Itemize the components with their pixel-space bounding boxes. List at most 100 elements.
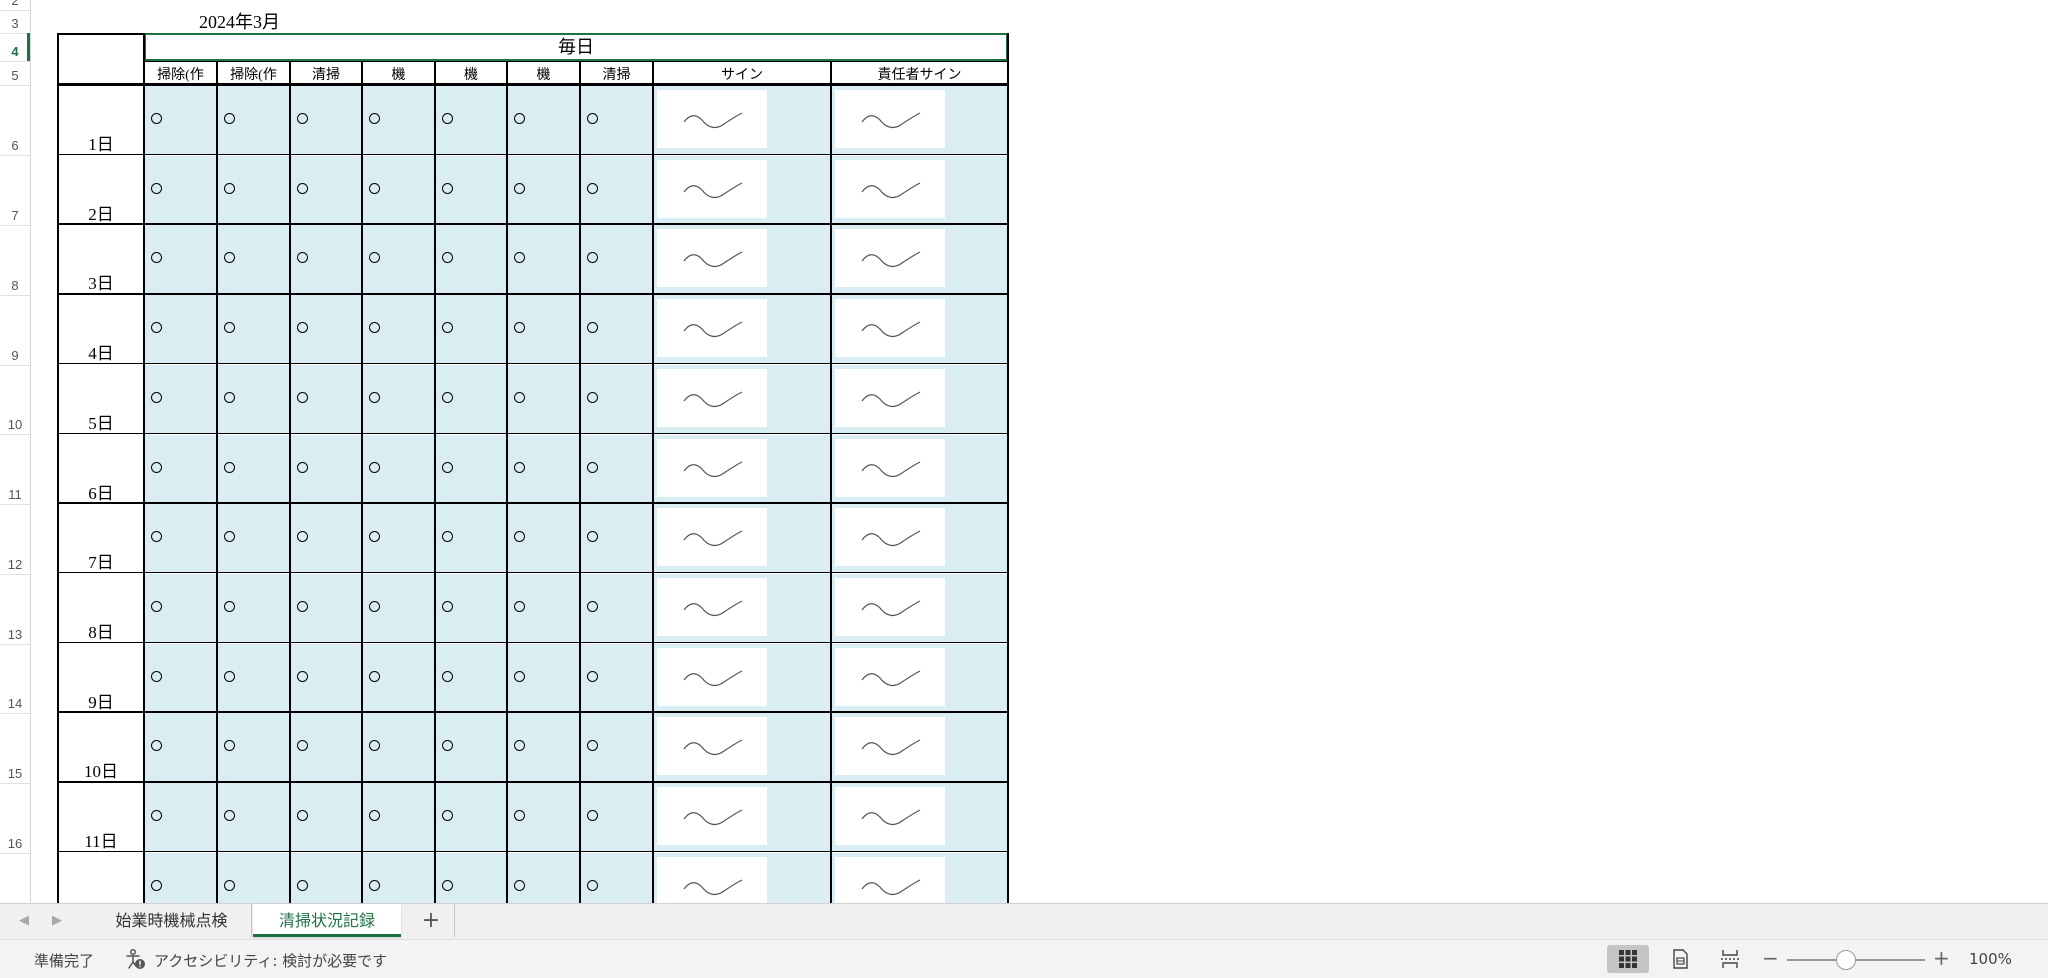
zoom-slider[interactable] (1787, 959, 1925, 961)
row-number[interactable]: 14 (0, 696, 30, 711)
day-label[interactable]: 2日 (58, 200, 144, 225)
check-cell[interactable] (145, 504, 217, 573)
row-number[interactable]: 4 (0, 44, 30, 59)
sign-cell[interactable] (654, 155, 831, 225)
row-number[interactable]: 5 (0, 68, 30, 83)
check-cell[interactable] (363, 852, 435, 903)
check-cell[interactable] (508, 295, 580, 364)
row-number[interactable]: 2 (0, 0, 30, 8)
page-break-view-button[interactable] (1709, 945, 1751, 973)
day-label[interactable]: 3日 (58, 269, 144, 294)
page-layout-view-button[interactable] (1659, 945, 1701, 973)
check-cell[interactable] (363, 434, 435, 504)
check-cell[interactable] (436, 86, 507, 155)
check-cell[interactable] (436, 295, 507, 364)
check-cell[interactable] (291, 643, 362, 713)
check-cell[interactable] (581, 713, 653, 782)
check-cell[interactable] (581, 295, 653, 364)
check-cell[interactable] (363, 155, 435, 225)
worksheet[interactable]: 2024年3月 毎日 掃除(作 掃除(作 清掃機機機清掃 サイン 責任者サイン 1日 2日 3日… (30, 0, 2048, 903)
check-cell[interactable] (581, 783, 653, 852)
check-cell[interactable] (581, 364, 653, 434)
check-cell[interactable] (363, 364, 435, 434)
manager-sign-cell[interactable] (832, 783, 1008, 852)
check-cell[interactable] (508, 434, 580, 504)
check-cell[interactable] (291, 573, 362, 643)
sign-cell[interactable] (654, 295, 831, 364)
manager-sign-cell[interactable] (832, 225, 1008, 295)
check-cell[interactable] (363, 713, 435, 782)
row-number[interactable]: 6 (0, 138, 30, 153)
check-cell[interactable] (581, 225, 653, 295)
check-cell[interactable] (291, 852, 362, 903)
check-cell[interactable] (291, 434, 362, 504)
zoom-level[interactable]: 100% (1969, 950, 2012, 968)
check-cell[interactable] (218, 364, 290, 434)
normal-view-button[interactable] (1607, 945, 1649, 973)
check-cell[interactable] (291, 364, 362, 434)
column-header[interactable]: 機 (362, 64, 435, 84)
check-cell[interactable] (291, 155, 362, 225)
check-cell[interactable] (508, 573, 580, 643)
column-header[interactable]: 機 (507, 64, 580, 84)
row-number[interactable]: 13 (0, 627, 30, 642)
month-title[interactable]: 2024年3月 (199, 8, 280, 34)
check-cell[interactable] (218, 852, 290, 903)
check-cell[interactable] (145, 713, 217, 782)
check-cell[interactable] (145, 86, 217, 155)
sign-cell[interactable] (654, 852, 831, 903)
tab-cleaning-record[interactable]: 清掃状況記録 (253, 904, 401, 937)
sign-cell[interactable] (654, 225, 831, 295)
check-cell[interactable] (436, 852, 507, 903)
check-cell[interactable] (508, 713, 580, 782)
check-cell[interactable] (436, 364, 507, 434)
check-cell[interactable] (291, 295, 362, 364)
sign-cell[interactable] (654, 713, 831, 782)
row-number[interactable]: 15 (0, 766, 30, 781)
day-label[interactable]: 10日 (58, 757, 144, 782)
column-header[interactable]: 掃除(作 (217, 64, 290, 84)
chevron-left-icon[interactable]: ◀ (16, 913, 32, 929)
check-cell[interactable] (436, 225, 507, 295)
column-header[interactable]: 清掃 (580, 64, 653, 84)
check-cell[interactable] (436, 573, 507, 643)
check-cell[interactable] (145, 295, 217, 364)
manager-sign-cell[interactable] (832, 295, 1008, 364)
check-cell[interactable] (581, 434, 653, 504)
row-number[interactable]: 11 (0, 487, 30, 502)
sign-cell[interactable] (654, 783, 831, 852)
row-number[interactable]: 8 (0, 278, 30, 293)
check-cell[interactable] (291, 504, 362, 573)
check-cell[interactable] (363, 573, 435, 643)
check-cell[interactable] (363, 783, 435, 852)
check-cell[interactable] (508, 783, 580, 852)
check-cell[interactable] (508, 86, 580, 155)
check-cell[interactable] (363, 643, 435, 713)
add-sheet-button[interactable]: + (408, 904, 455, 937)
day-label[interactable]: 9日 (58, 688, 144, 713)
check-cell[interactable] (508, 364, 580, 434)
check-cell[interactable] (508, 852, 580, 903)
check-cell[interactable] (436, 504, 507, 573)
check-cell[interactable] (218, 295, 290, 364)
chevron-right-icon[interactable]: ▶ (49, 913, 65, 929)
manager-sign-cell[interactable] (832, 86, 1008, 155)
check-cell[interactable] (218, 155, 290, 225)
check-cell[interactable] (145, 364, 217, 434)
check-cell[interactable] (145, 155, 217, 225)
row-number[interactable]: 7 (0, 208, 30, 223)
check-cell[interactable] (145, 852, 217, 903)
grid-area[interactable]: 2 3 4 5 6 7 8 9 10 11 12 13 14 15 16 2024年3月 毎日 掃除(作 掃除(… (0, 0, 2048, 903)
manager-sign-cell[interactable] (832, 504, 1008, 573)
check-cell[interactable] (436, 713, 507, 782)
manager-sign-cell[interactable] (832, 434, 1008, 504)
check-cell[interactable] (218, 225, 290, 295)
check-cell[interactable] (581, 852, 653, 903)
check-cell[interactable] (145, 573, 217, 643)
check-cell[interactable] (508, 504, 580, 573)
check-cell[interactable] (218, 504, 290, 573)
check-cell[interactable] (581, 86, 653, 155)
tab-machine-inspection[interactable]: 始業時機械点検 (92, 904, 252, 937)
row-number[interactable]: 12 (0, 557, 30, 572)
daily-header-cell[interactable]: 毎日 (144, 33, 1008, 61)
